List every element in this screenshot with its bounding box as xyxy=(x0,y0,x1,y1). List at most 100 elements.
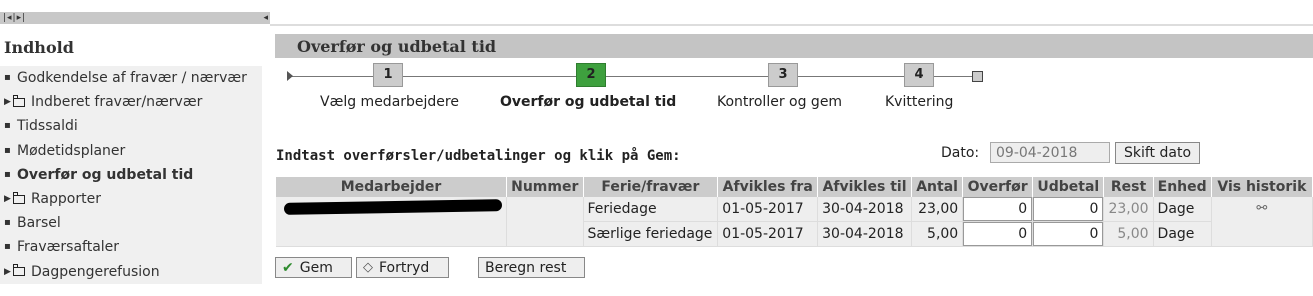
step-3-box: 3 xyxy=(768,63,798,87)
sidebar-item-label: Dagpengerefusion xyxy=(31,263,160,280)
sidebar-item-label: Rapporter xyxy=(31,191,101,208)
bullet-icon: ▪ xyxy=(4,144,11,156)
to-cell: 30-04-2018 xyxy=(817,197,912,222)
folder-icon xyxy=(12,264,25,277)
sidebar-title: Indhold xyxy=(4,38,74,57)
redacted-name xyxy=(283,199,503,215)
sidebar-menu: ▪ Godkendelse af fravær / nærvær ▶ Indbe… xyxy=(0,66,262,284)
step-2-label: Overfør og udbetal tid xyxy=(500,94,677,110)
number-cell xyxy=(506,197,584,247)
sidebar-item-barsel[interactable]: ▪ Barsel xyxy=(0,211,262,235)
step-2-box: 2 xyxy=(576,63,606,87)
sidebar-item-modetidsplaner[interactable]: ▪ Mødetidsplaner xyxy=(0,139,262,163)
bullet-icon: ▪ xyxy=(4,120,11,132)
enhed-cell: Dage xyxy=(1153,221,1212,247)
date-field[interactable] xyxy=(990,142,1110,163)
column-header: Medarbejder xyxy=(276,177,507,197)
sidebar-item-rapporter[interactable]: ▶ Rapporter xyxy=(0,187,262,211)
sidebar-item-label: Mødetidsplaner xyxy=(17,142,126,159)
shift-date-button[interactable]: Skift dato xyxy=(1115,142,1200,164)
table-row: Feriedage 01-05-2017 30-04-2018 23,00 23… xyxy=(276,197,1313,247)
sidebar: |◂|▸| ◂ Indhold ▪ Godkendelse af fravær … xyxy=(0,0,270,296)
rest-cell: 5,00 xyxy=(1103,221,1154,247)
column-header: Udbetal xyxy=(1032,177,1105,197)
sidebar-item-label: Barsel xyxy=(17,215,61,232)
sidebar-item-dagpengerefusion[interactable]: ▶ Dagpengerefusion xyxy=(0,260,262,284)
to-cell: 30-04-2018 xyxy=(817,221,912,247)
page-title: Overfør og udbetal tid xyxy=(297,37,497,56)
collapse-sidebar-icon[interactable]: ◂ xyxy=(263,12,268,24)
overfor-input[interactable] xyxy=(963,222,1033,246)
column-header: Enhed xyxy=(1153,177,1212,197)
sidebar-item-indberet[interactable]: ▶ Indberet fravær/nærvær xyxy=(0,90,262,114)
undo-button-label: Fortryd xyxy=(379,259,430,276)
bullet-icon: ▪ xyxy=(4,168,11,180)
udbetal-cell xyxy=(1032,221,1105,247)
column-header: Antal xyxy=(911,177,964,197)
udbetal-input[interactable] xyxy=(1033,197,1104,221)
sidebar-item-label: Indberet fravær/nærvær xyxy=(31,94,203,111)
wizard-steps: 1 2 3 4 Vælg medarbejdere Overfør og udb… xyxy=(285,62,1005,112)
checkmark-icon: ✔ xyxy=(282,259,294,276)
instructions-text: Indtast overførsler/udbetalinger og klik… xyxy=(276,148,681,164)
page-header: Overfør og udbetal tid xyxy=(275,34,1313,58)
table-header-row: Medarbejder Nummer Ferie/fravær Afvikles… xyxy=(276,177,1313,197)
sidebar-item-label: Tidssaldi xyxy=(17,118,78,135)
sidebar-item-label: Fraværsaftaler xyxy=(17,239,120,256)
folder-icon xyxy=(12,94,25,107)
step-4-box: 4 xyxy=(904,63,934,87)
bullet-icon: ▪ xyxy=(4,72,11,84)
wizard-start-icon xyxy=(287,71,293,81)
employee-cell xyxy=(276,197,507,247)
step-4-label: Kvittering xyxy=(885,94,954,110)
column-header: Afvikles til xyxy=(817,177,912,197)
column-header: Rest xyxy=(1103,177,1154,197)
sidebar-item-overfor[interactable]: ▪ Overfør og udbetal tid xyxy=(0,163,262,187)
rest-cell: 23,00 xyxy=(1103,197,1154,222)
calculate-rest-button[interactable]: Beregn rest xyxy=(478,257,585,278)
undo-button[interactable]: ◇ Fortryd xyxy=(356,257,449,278)
expand-arrow-icon[interactable]: ▶ xyxy=(4,90,11,114)
bullet-icon: ▪ xyxy=(4,217,11,229)
step-1-box: 1 xyxy=(373,63,403,87)
step-3-label: Kontroller og gem xyxy=(717,94,843,110)
diamond-icon: ◇ xyxy=(363,260,373,275)
column-header: Nummer xyxy=(506,177,584,197)
from-cell: 01-05-2017 xyxy=(717,197,819,222)
column-header: Overfør xyxy=(962,177,1034,197)
sidebar-item-label: Overfør og udbetal tid xyxy=(17,166,194,183)
transfer-table: Medarbejder Nummer Ferie/fravær Afvikles… xyxy=(276,177,1313,247)
history-cell: ⚯ xyxy=(1211,197,1313,247)
column-header: Ferie/fravær xyxy=(583,177,719,197)
expand-arrow-icon[interactable]: ▶ xyxy=(4,187,11,211)
top-divider xyxy=(270,24,1313,26)
type-cell: Særlige feriedage xyxy=(583,221,719,247)
overfor-cell xyxy=(962,221,1034,247)
type-cell: Feriedage xyxy=(583,197,719,222)
expand-arrow-icon[interactable]: ▶ xyxy=(4,260,11,284)
column-header: Vis historik xyxy=(1211,177,1313,197)
overfor-input[interactable] xyxy=(963,197,1033,221)
enhed-cell: Dage xyxy=(1153,197,1212,222)
from-cell: 01-05-2017 xyxy=(717,221,819,247)
bullet-icon: ▪ xyxy=(4,241,11,253)
sidebar-item-godkendelse[interactable]: ▪ Godkendelse af fravær / nærvær xyxy=(0,66,262,90)
antal-cell: 23,00 xyxy=(911,197,964,222)
step-1-label: Vælg medarbejdere xyxy=(320,94,459,110)
date-label: Dato: xyxy=(941,145,980,161)
folder-icon xyxy=(12,191,25,204)
history-link-icon[interactable]: ⚯ xyxy=(1256,201,1267,216)
sidebar-item-fravaersaftaler[interactable]: ▪ Fraværsaftaler xyxy=(0,235,262,259)
wizard-end-icon xyxy=(972,71,983,82)
sidebar-item-label: Godkendelse af fravær / nærvær xyxy=(17,70,247,87)
overfor-cell xyxy=(962,197,1034,222)
sidebar-item-tidssaldi[interactable]: ▪ Tidssaldi xyxy=(0,114,262,138)
sidebar-nav-arrows[interactable]: |◂|▸| xyxy=(3,12,26,24)
sidebar-toolbar: |◂|▸| ◂ xyxy=(0,12,270,24)
save-button-label: Gem xyxy=(299,259,333,276)
antal-cell: 5,00 xyxy=(911,221,964,247)
save-button[interactable]: ✔ Gem xyxy=(275,257,352,278)
udbetal-input[interactable] xyxy=(1033,222,1104,246)
calculate-rest-label: Beregn rest xyxy=(485,259,567,276)
column-header: Afvikles fra xyxy=(717,177,819,197)
